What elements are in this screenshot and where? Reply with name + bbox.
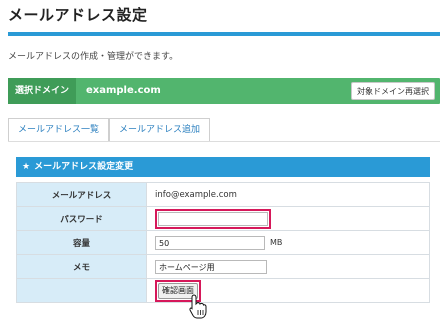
section-header: ★ メールアドレス設定変更 xyxy=(16,157,430,177)
capacity-unit: MB xyxy=(270,238,283,247)
form-row-submit: 確認画面 xyxy=(16,278,430,303)
form-row-password: パスワード xyxy=(16,206,430,231)
memo-field[interactable]: ホームページ用 xyxy=(155,259,267,274)
form-row-memo: メモ ホームページ用 xyxy=(16,254,430,279)
section-title: メールアドレス設定変更 xyxy=(34,162,134,172)
email-value: info@example.com xyxy=(146,182,430,207)
memo-label: メモ xyxy=(16,254,147,279)
tab-email-add[interactable]: メールアドレス追加 xyxy=(109,118,210,141)
password-label: パスワード xyxy=(16,206,147,231)
password-highlight xyxy=(155,208,271,229)
intro-text: メールアドレスの作成・管理ができます。 xyxy=(8,52,179,62)
tabs-divider xyxy=(8,141,440,142)
domain-label: 選択ドメイン xyxy=(8,78,76,104)
settings-form: メールアドレス info@example.com パスワード 容量 50 MB メ… xyxy=(16,182,430,303)
hand-cursor-icon xyxy=(189,294,207,319)
capacity-label: 容量 xyxy=(16,230,147,255)
tab-email-list[interactable]: メールアドレス一覧 xyxy=(8,118,109,141)
domain-bar: 選択ドメイン example.com 対象ドメイン再選択 xyxy=(8,78,440,104)
capacity-field[interactable]: 50 xyxy=(155,235,265,250)
password-field[interactable] xyxy=(158,211,268,226)
title-underline xyxy=(8,32,440,36)
reselect-domain-button[interactable]: 対象ドメイン再選択 xyxy=(351,82,435,100)
form-row-capacity: 容量 50 MB xyxy=(16,230,430,255)
form-row-email: メールアドレス info@example.com xyxy=(16,182,430,207)
submit-row-label xyxy=(16,278,147,303)
page-title: メールアドレス設定 xyxy=(8,6,148,24)
email-label: メールアドレス xyxy=(16,182,147,207)
star-icon: ★ xyxy=(22,162,31,172)
domain-value: example.com xyxy=(86,85,161,96)
